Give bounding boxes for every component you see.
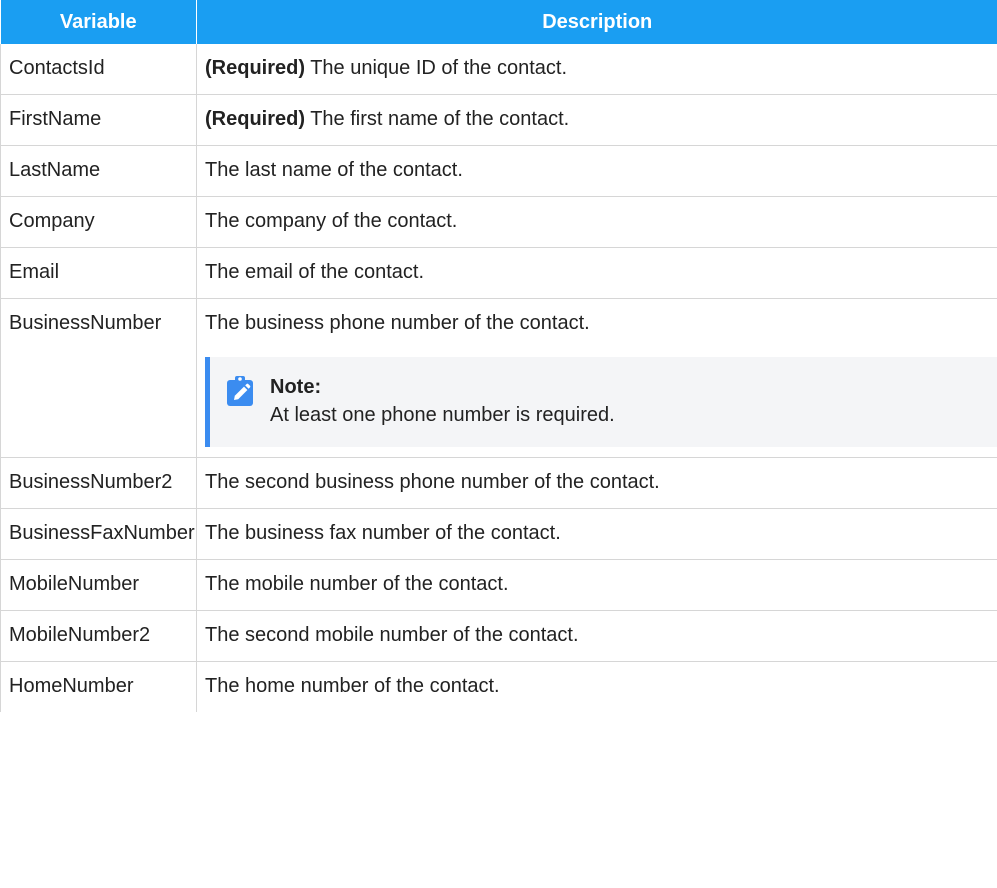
- variable-cell: MobileNumber: [0, 559, 197, 611]
- variable-cell: BusinessNumber: [0, 298, 197, 458]
- header-variable: Variable: [0, 0, 197, 44]
- variable-cell: MobileNumber2: [0, 610, 197, 662]
- table-row: BusinessFaxNumber The business fax numbe…: [0, 508, 997, 560]
- variable-cell: Company: [0, 196, 197, 248]
- table-row: MobileNumber The mobile number of the co…: [0, 559, 997, 611]
- variable-cell: ContactsId: [0, 44, 197, 95]
- description-cell: The business fax number of the contact.: [196, 508, 997, 560]
- description-text: The unique ID of the contact.: [305, 57, 568, 79]
- note-body: At least one phone number is required.: [270, 404, 615, 426]
- header-description: Description: [196, 0, 997, 44]
- table-row: BusinessNumber The business phone number…: [0, 298, 997, 458]
- description-cell: The second mobile number of the contact.: [196, 610, 997, 662]
- description-cell: The last name of the contact.: [196, 145, 997, 197]
- table-row: Email The email of the contact.: [0, 247, 997, 299]
- table-row: HomeNumber The home number of the contac…: [0, 661, 997, 712]
- description-text: The first name of the contact.: [305, 108, 570, 130]
- variable-cell: FirstName: [0, 94, 197, 146]
- note-title: Note:: [270, 376, 322, 398]
- required-label: (Required): [205, 108, 305, 130]
- description-text: The business phone number of the contact…: [205, 312, 590, 334]
- table-row: ContactsId (Required) The unique ID of t…: [0, 44, 997, 95]
- variable-cell: BusinessNumber2: [0, 457, 197, 509]
- required-label: (Required): [205, 57, 305, 79]
- variable-cell: LastName: [0, 145, 197, 197]
- description-cell: The email of the contact.: [196, 247, 997, 299]
- description-cell: (Required) The unique ID of the contact.: [196, 44, 997, 95]
- variable-cell: BusinessFaxNumber: [0, 508, 197, 560]
- description-cell: The business phone number of the contact…: [196, 298, 997, 458]
- variable-cell: Email: [0, 247, 197, 299]
- description-cell: (Required) The first name of the contact…: [196, 94, 997, 146]
- pencil-clipboard-icon: [227, 376, 253, 406]
- table-row: Company The company of the contact.: [0, 196, 997, 248]
- description-cell: The second business phone number of the …: [196, 457, 997, 509]
- variable-cell: HomeNumber: [0, 661, 197, 712]
- variables-table: Variable Description ContactsId (Require…: [0, 0, 997, 712]
- description-cell: The company of the contact.: [196, 196, 997, 248]
- table-row: LastName The last name of the contact.: [0, 145, 997, 197]
- table-row: MobileNumber2 The second mobile number o…: [0, 610, 997, 662]
- table-header-row: Variable Description: [0, 0, 997, 44]
- description-cell: The mobile number of the contact.: [196, 559, 997, 611]
- table-row: FirstName (Required) The first name of t…: [0, 94, 997, 146]
- table-row: BusinessNumber2 The second business phon…: [0, 457, 997, 509]
- note-callout: Note: At least one phone number is requi…: [205, 357, 997, 447]
- description-cell: The home number of the contact.: [205, 675, 500, 697]
